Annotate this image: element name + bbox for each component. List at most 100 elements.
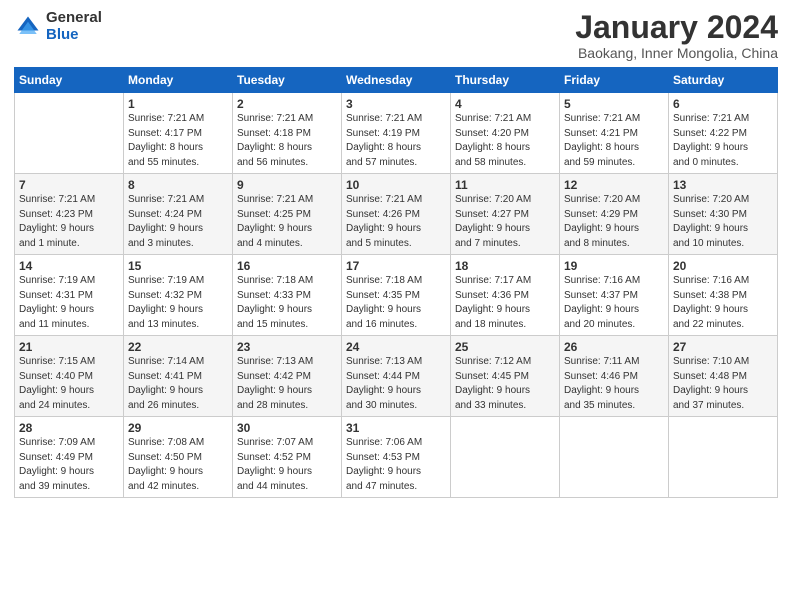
header-row: Sunday Monday Tuesday Wednesday Thursday…: [15, 68, 778, 93]
cell-info: Sunrise: 7:21 AMSunset: 4:19 PMDaylight:…: [346, 112, 446, 170]
cell-2-6: 20Sunrise: 7:16 AMSunset: 4:38 PMDayligh…: [669, 255, 778, 336]
cell-4-0: 28Sunrise: 7:09 AMSunset: 4:49 PMDayligh…: [15, 417, 124, 498]
cell-info: Sunrise: 7:21 AMSunset: 4:22 PMDaylight:…: [673, 112, 773, 170]
cell-info: Sunrise: 7:14 AMSunset: 4:41 PMDaylight:…: [128, 355, 228, 413]
main-title: January 2024: [575, 10, 778, 45]
cell-info: Sunrise: 7:13 AMSunset: 4:44 PMDaylight:…: [346, 355, 446, 413]
day-number: 12: [564, 178, 664, 192]
col-saturday: Saturday: [669, 68, 778, 93]
cell-3-0: 21Sunrise: 7:15 AMSunset: 4:40 PMDayligh…: [15, 336, 124, 417]
day-number: 8: [128, 178, 228, 192]
cell-info: Sunrise: 7:08 AMSunset: 4:50 PMDaylight:…: [128, 436, 228, 494]
week-row-0: 1Sunrise: 7:21 AMSunset: 4:17 PMDaylight…: [15, 93, 778, 174]
day-number: 17: [346, 259, 446, 273]
week-row-4: 28Sunrise: 7:09 AMSunset: 4:49 PMDayligh…: [15, 417, 778, 498]
cell-3-3: 24Sunrise: 7:13 AMSunset: 4:44 PMDayligh…: [342, 336, 451, 417]
logo-blue: Blue: [46, 27, 102, 44]
cell-2-1: 15Sunrise: 7:19 AMSunset: 4:32 PMDayligh…: [124, 255, 233, 336]
day-number: 11: [455, 178, 555, 192]
col-sunday: Sunday: [15, 68, 124, 93]
day-number: 19: [564, 259, 664, 273]
week-row-3: 21Sunrise: 7:15 AMSunset: 4:40 PMDayligh…: [15, 336, 778, 417]
cell-2-4: 18Sunrise: 7:17 AMSunset: 4:36 PMDayligh…: [451, 255, 560, 336]
day-number: 4: [455, 97, 555, 111]
cell-4-1: 29Sunrise: 7:08 AMSunset: 4:50 PMDayligh…: [124, 417, 233, 498]
day-number: 9: [237, 178, 337, 192]
day-number: 26: [564, 340, 664, 354]
calendar-body: 1Sunrise: 7:21 AMSunset: 4:17 PMDaylight…: [15, 93, 778, 498]
cell-0-3: 3Sunrise: 7:21 AMSunset: 4:19 PMDaylight…: [342, 93, 451, 174]
cell-info: Sunrise: 7:12 AMSunset: 4:45 PMDaylight:…: [455, 355, 555, 413]
col-wednesday: Wednesday: [342, 68, 451, 93]
cell-2-3: 17Sunrise: 7:18 AMSunset: 4:35 PMDayligh…: [342, 255, 451, 336]
day-number: 23: [237, 340, 337, 354]
cell-0-1: 1Sunrise: 7:21 AMSunset: 4:17 PMDaylight…: [124, 93, 233, 174]
cell-0-2: 2Sunrise: 7:21 AMSunset: 4:18 PMDaylight…: [233, 93, 342, 174]
cell-info: Sunrise: 7:06 AMSunset: 4:53 PMDaylight:…: [346, 436, 446, 494]
day-number: 28: [19, 421, 119, 435]
cell-info: Sunrise: 7:15 AMSunset: 4:40 PMDaylight:…: [19, 355, 119, 413]
day-number: 2: [237, 97, 337, 111]
cell-2-2: 16Sunrise: 7:18 AMSunset: 4:33 PMDayligh…: [233, 255, 342, 336]
day-number: 25: [455, 340, 555, 354]
cell-3-4: 25Sunrise: 7:12 AMSunset: 4:45 PMDayligh…: [451, 336, 560, 417]
day-number: 27: [673, 340, 773, 354]
day-number: 18: [455, 259, 555, 273]
cell-2-0: 14Sunrise: 7:19 AMSunset: 4:31 PMDayligh…: [15, 255, 124, 336]
cell-4-6: [669, 417, 778, 498]
day-number: 15: [128, 259, 228, 273]
cell-info: Sunrise: 7:21 AMSunset: 4:24 PMDaylight:…: [128, 193, 228, 251]
cell-info: Sunrise: 7:09 AMSunset: 4:49 PMDaylight:…: [19, 436, 119, 494]
cell-4-3: 31Sunrise: 7:06 AMSunset: 4:53 PMDayligh…: [342, 417, 451, 498]
cell-1-2: 9Sunrise: 7:21 AMSunset: 4:25 PMDaylight…: [233, 174, 342, 255]
cell-info: Sunrise: 7:16 AMSunset: 4:37 PMDaylight:…: [564, 274, 664, 332]
cell-info: Sunrise: 7:21 AMSunset: 4:18 PMDaylight:…: [237, 112, 337, 170]
col-thursday: Thursday: [451, 68, 560, 93]
cell-info: Sunrise: 7:21 AMSunset: 4:20 PMDaylight:…: [455, 112, 555, 170]
cell-1-6: 13Sunrise: 7:20 AMSunset: 4:30 PMDayligh…: [669, 174, 778, 255]
logo-text: General Blue: [46, 10, 102, 43]
day-number: 7: [19, 178, 119, 192]
cell-info: Sunrise: 7:21 AMSunset: 4:17 PMDaylight:…: [128, 112, 228, 170]
title-block: January 2024 Baokang, Inner Mongolia, Ch…: [575, 10, 778, 61]
cell-info: Sunrise: 7:07 AMSunset: 4:52 PMDaylight:…: [237, 436, 337, 494]
logo: General Blue: [14, 10, 102, 43]
day-number: 31: [346, 421, 446, 435]
day-number: 13: [673, 178, 773, 192]
cell-info: Sunrise: 7:19 AMSunset: 4:32 PMDaylight:…: [128, 274, 228, 332]
col-monday: Monday: [124, 68, 233, 93]
cell-info: Sunrise: 7:18 AMSunset: 4:33 PMDaylight:…: [237, 274, 337, 332]
cell-0-0: [15, 93, 124, 174]
cell-info: Sunrise: 7:21 AMSunset: 4:23 PMDaylight:…: [19, 193, 119, 251]
cell-4-2: 30Sunrise: 7:07 AMSunset: 4:52 PMDayligh…: [233, 417, 342, 498]
cell-2-5: 19Sunrise: 7:16 AMSunset: 4:37 PMDayligh…: [560, 255, 669, 336]
cell-1-0: 7Sunrise: 7:21 AMSunset: 4:23 PMDaylight…: [15, 174, 124, 255]
cell-0-5: 5Sunrise: 7:21 AMSunset: 4:21 PMDaylight…: [560, 93, 669, 174]
cell-1-1: 8Sunrise: 7:21 AMSunset: 4:24 PMDaylight…: [124, 174, 233, 255]
cell-info: Sunrise: 7:19 AMSunset: 4:31 PMDaylight:…: [19, 274, 119, 332]
day-number: 14: [19, 259, 119, 273]
day-number: 1: [128, 97, 228, 111]
week-row-1: 7Sunrise: 7:21 AMSunset: 4:23 PMDaylight…: [15, 174, 778, 255]
col-friday: Friday: [560, 68, 669, 93]
cell-info: Sunrise: 7:20 AMSunset: 4:29 PMDaylight:…: [564, 193, 664, 251]
cell-3-2: 23Sunrise: 7:13 AMSunset: 4:42 PMDayligh…: [233, 336, 342, 417]
cell-3-6: 27Sunrise: 7:10 AMSunset: 4:48 PMDayligh…: [669, 336, 778, 417]
cell-info: Sunrise: 7:11 AMSunset: 4:46 PMDaylight:…: [564, 355, 664, 413]
cell-4-4: [451, 417, 560, 498]
cell-info: Sunrise: 7:17 AMSunset: 4:36 PMDaylight:…: [455, 274, 555, 332]
day-number: 3: [346, 97, 446, 111]
cell-info: Sunrise: 7:21 AMSunset: 4:21 PMDaylight:…: [564, 112, 664, 170]
col-tuesday: Tuesday: [233, 68, 342, 93]
cell-info: Sunrise: 7:21 AMSunset: 4:26 PMDaylight:…: [346, 193, 446, 251]
cell-info: Sunrise: 7:16 AMSunset: 4:38 PMDaylight:…: [673, 274, 773, 332]
cell-info: Sunrise: 7:13 AMSunset: 4:42 PMDaylight:…: [237, 355, 337, 413]
header: General Blue January 2024 Baokang, Inner…: [14, 10, 778, 61]
day-number: 22: [128, 340, 228, 354]
cell-info: Sunrise: 7:20 AMSunset: 4:27 PMDaylight:…: [455, 193, 555, 251]
week-row-2: 14Sunrise: 7:19 AMSunset: 4:31 PMDayligh…: [15, 255, 778, 336]
calendar-table: Sunday Monday Tuesday Wednesday Thursday…: [14, 67, 778, 498]
day-number: 29: [128, 421, 228, 435]
day-number: 10: [346, 178, 446, 192]
cell-info: Sunrise: 7:20 AMSunset: 4:30 PMDaylight:…: [673, 193, 773, 251]
